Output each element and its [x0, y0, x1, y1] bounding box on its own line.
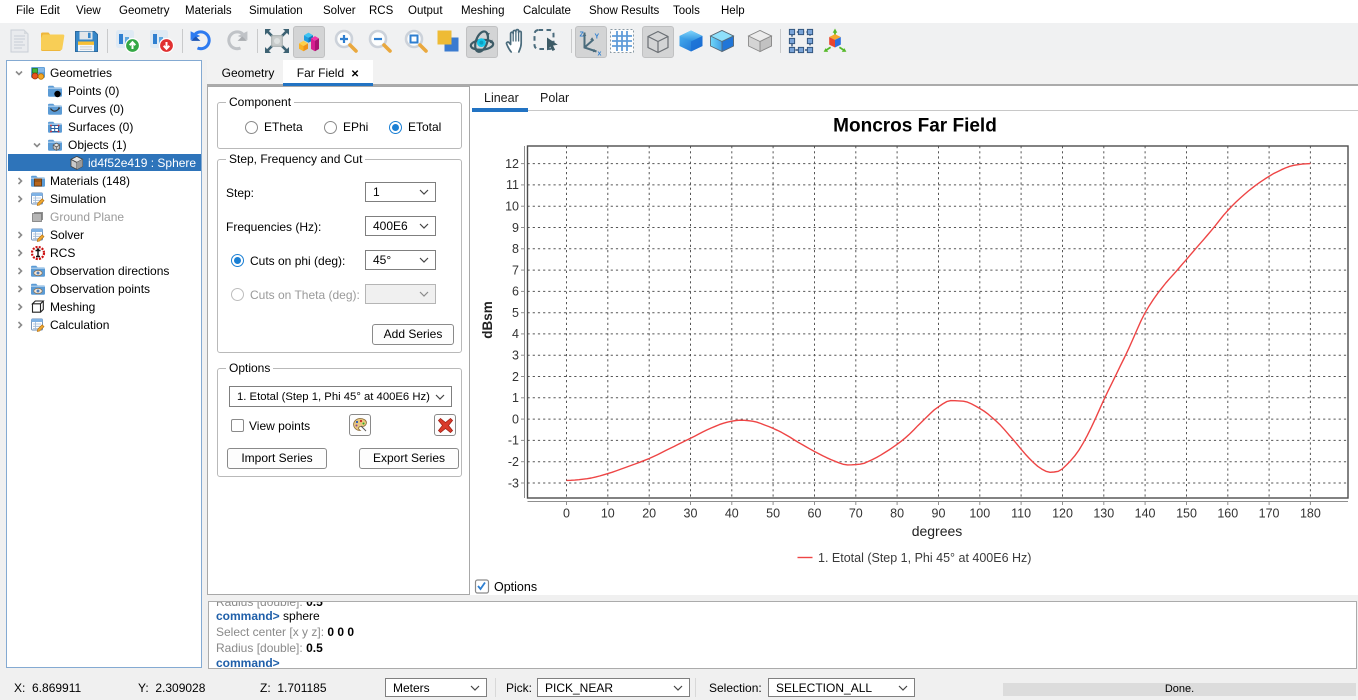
- svg-text:100: 100: [969, 507, 990, 521]
- svg-text:10: 10: [601, 507, 615, 521]
- svg-text:40: 40: [725, 507, 739, 521]
- svg-text:degrees: degrees: [912, 523, 963, 539]
- svg-text:30: 30: [684, 507, 698, 521]
- svg-text:Z: Z: [580, 32, 585, 39]
- svg-text:Y: Y: [595, 34, 600, 41]
- svg-text:2: 2: [512, 370, 519, 384]
- svg-text:-3: -3: [508, 476, 519, 490]
- svg-text:Polar: Polar: [540, 91, 569, 105]
- svg-text:9: 9: [512, 221, 519, 235]
- svg-text:160: 160: [1217, 507, 1238, 521]
- svg-text:Moncros Far Field: Moncros Far Field: [833, 116, 997, 137]
- svg-text:70: 70: [849, 507, 863, 521]
- svg-text:-2: -2: [508, 455, 519, 469]
- svg-text:7: 7: [512, 263, 519, 277]
- svg-text:20: 20: [642, 507, 656, 521]
- svg-text:180: 180: [1300, 507, 1321, 521]
- svg-text:10: 10: [505, 200, 519, 214]
- svg-text:12: 12: [505, 157, 519, 171]
- svg-text:Linear: Linear: [484, 91, 519, 105]
- svg-text:3: 3: [512, 349, 519, 363]
- svg-text:1. Etotal (Step 1, Phi 45° at: 1. Etotal (Step 1, Phi 45° at 400E6 Hz): [818, 551, 1031, 565]
- svg-text:170: 170: [1259, 507, 1280, 521]
- svg-text:4: 4: [512, 327, 519, 341]
- svg-text:x: x: [598, 51, 602, 56]
- svg-text:11: 11: [506, 178, 519, 192]
- svg-text:140: 140: [1135, 507, 1156, 521]
- svg-text:6: 6: [512, 285, 519, 299]
- svg-text:80: 80: [890, 507, 904, 521]
- svg-text:0: 0: [512, 412, 519, 426]
- svg-text:5: 5: [512, 306, 519, 320]
- svg-text:dBsm: dBsm: [480, 301, 495, 339]
- svg-text:-1: -1: [508, 434, 519, 448]
- svg-text:130: 130: [1093, 507, 1114, 521]
- svg-text:90: 90: [932, 507, 946, 521]
- svg-text:150: 150: [1176, 507, 1197, 521]
- svg-text:60: 60: [808, 507, 822, 521]
- svg-text:1: 1: [512, 391, 519, 405]
- svg-text:Options: Options: [494, 580, 537, 594]
- svg-text:8: 8: [512, 242, 519, 256]
- svg-text:120: 120: [1052, 507, 1073, 521]
- svg-text:110: 110: [1011, 507, 1031, 521]
- svg-text:0: 0: [563, 507, 570, 521]
- svg-text:50: 50: [766, 507, 780, 521]
